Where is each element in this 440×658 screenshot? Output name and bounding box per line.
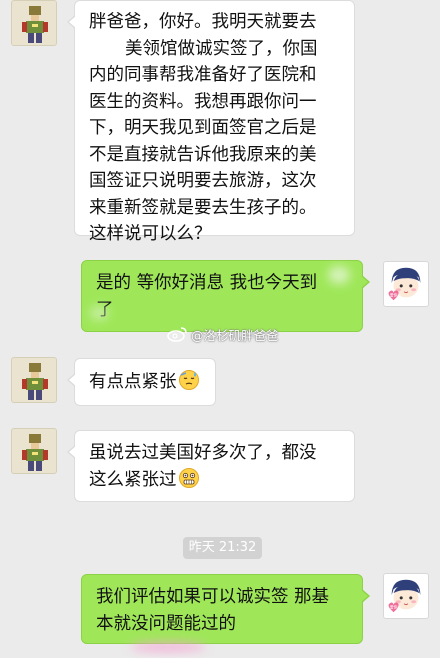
- message-line: 下，明天我见到面签官之后是: [89, 118, 317, 138]
- message-text: 有点点紧张: [89, 372, 177, 392]
- blur-smudge: [328, 266, 350, 284]
- grimace-face-icon: [178, 467, 199, 488]
- contact-avatar[interactable]: [11, 0, 57, 46]
- blur-smudge: [130, 642, 206, 652]
- sweat-face-icon: [178, 370, 199, 390]
- message-line: 这样说可以么？: [89, 224, 212, 244]
- message-line: 虽说去过美国好多次了，都没: [89, 443, 317, 463]
- pixel-character-icon: [22, 363, 48, 400]
- message-line: 不是直接就告诉他我原来的美: [89, 144, 317, 165]
- contact-avatar[interactable]: [11, 428, 57, 474]
- message-line: 本就没问题能过的: [96, 613, 236, 634]
- message-bubble-outgoing[interactable]: 我们评估如果可以诚实签 那基 本就没问题能过的: [81, 574, 370, 644]
- message-line: 内的同事帮我准备好了医院和: [89, 65, 317, 85]
- message-bubble-incoming[interactable]: 虽说去过美国好多次了，都没 这么紧张过: [67, 430, 355, 502]
- message-line: 这么紧张过: [89, 467, 342, 494]
- blur-smudge: [90, 306, 108, 320]
- weibo-logo-icon: [167, 327, 187, 342]
- contact-avatar[interactable]: [11, 357, 57, 403]
- avatar-badge-text: 爱你の: [390, 292, 402, 297]
- message-bubble-outgoing[interactable]: 是的 等你好消息 我也今天到 了: [81, 260, 370, 332]
- cartoon-boy-icon: 爱你の: [388, 267, 421, 301]
- message-line: 国签证只说明要去旅游，这次: [89, 171, 317, 191]
- message-line: 是的 等你好消息 我也今天到: [96, 273, 318, 293]
- message-line: 胖爸爸，你好。我明天就要去: [89, 12, 317, 32]
- message-line: 来重新签就是要去生孩子的。: [89, 197, 317, 218]
- message-line: 医生的资料。我想再跟你问一: [89, 91, 317, 112]
- message-bubble-incoming[interactable]: 有点点紧张: [67, 358, 216, 406]
- message-line: 美领馆做诚实签了，你国: [125, 38, 318, 59]
- weibo-watermark: @洛杉矶胖爸爸: [166, 324, 279, 344]
- my-avatar[interactable]: 爱你の: [383, 261, 429, 307]
- message-bubble-incoming[interactable]: 胖爸爸，你好。我明天就要去 美领馆做诚实签了，你国 内的同事帮我准备好了医院和 …: [67, 0, 355, 244]
- watermark-text: @洛杉矶胖爸爸: [191, 327, 279, 343]
- message-line: 我们评估如果可以诚实签 那基: [96, 587, 330, 607]
- pixel-character-icon: [22, 6, 48, 43]
- message-line: 了: [96, 297, 350, 324]
- cartoon-boy-icon: 爱你の: [388, 579, 421, 613]
- pixel-character-icon: [22, 434, 48, 471]
- timestamp-divider: 昨天 21:32: [183, 537, 262, 559]
- avatar-badge-text: 爱你の: [390, 604, 402, 609]
- my-avatar[interactable]: 爱你の: [383, 573, 429, 619]
